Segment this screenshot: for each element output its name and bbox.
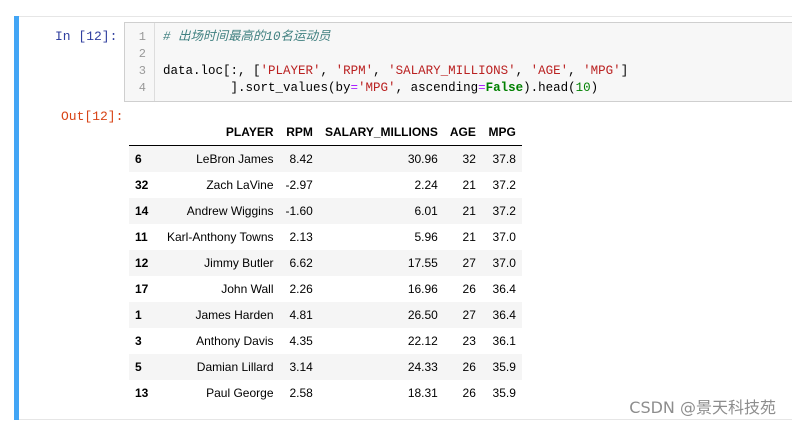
table-body: 6 LeBron James 8.42 30.96 32 37.8 32 Zach LaVi…	[129, 145, 522, 407]
cell-salary: 26.50	[407, 308, 438, 322]
cell-age: 26	[462, 360, 476, 374]
cell-rpm: -2.97	[285, 178, 313, 192]
cell-mpg: 37.2	[492, 204, 516, 218]
cell-age: 27	[462, 256, 476, 270]
cell-rpm: 2.13	[289, 230, 313, 244]
code-line-comment: # 出场时间最高的10名运动员	[163, 30, 331, 44]
cell-mpg: 36.1	[492, 334, 516, 348]
cell-salary: 16.96	[407, 282, 438, 296]
cell-rpm: 2.58	[289, 386, 313, 400]
cell-salary: 30.96	[407, 152, 438, 166]
cell-salary: 17.55	[407, 256, 438, 270]
cell-salary: 22.12	[407, 334, 438, 348]
output-prompt: Out[12]:	[61, 109, 124, 124]
cell-mpg: 36.4	[492, 308, 516, 322]
cell-age: 26	[462, 282, 476, 296]
code-line-sort: ].sort_values(by='MPG', ascending=False)…	[163, 81, 599, 95]
table-row: 17 John Wall 2.26 16.96 26 36.4	[129, 276, 522, 302]
cell-age: 32	[462, 152, 476, 166]
row-index: 17	[135, 282, 149, 296]
column-header-mpg: MPG	[481, 119, 522, 146]
row-index: 13	[135, 386, 149, 400]
cell-rpm: 4.35	[289, 334, 313, 348]
line-number-gutter: 1 2 3 4	[125, 23, 155, 101]
line-number: 2	[138, 47, 146, 61]
input-prompt: In [12]:	[55, 29, 118, 44]
table-row: 3 Anthony Davis 4.35 22.12 23 36.1	[129, 328, 522, 354]
cell-age: 23	[462, 334, 476, 348]
column-header-index	[129, 119, 161, 146]
cell-mpg: 35.9	[492, 360, 516, 374]
row-index: 3	[135, 334, 142, 348]
line-number: 3	[138, 64, 146, 78]
cell-rpm: 6.62	[289, 256, 313, 270]
code-line-loc: data.loc[:, ['PLAYER', 'RPM', 'SALARY_MI…	[163, 64, 629, 78]
cell-player: Damian Lillard	[196, 360, 274, 374]
table-row: 6 LeBron James 8.42 30.96 32 37.8	[129, 145, 522, 172]
cell-rpm: 2.26	[289, 282, 313, 296]
table-header-row: PLAYER RPM SALARY_MILLIONS AGE MPG	[129, 119, 522, 146]
cell-selection-bar	[14, 16, 19, 420]
cell-rpm: 8.42	[289, 152, 313, 166]
cell-player: Zach LaVine	[206, 178, 274, 192]
column-header-age: AGE	[443, 119, 482, 146]
cell-age: 26	[462, 386, 476, 400]
cell-age: 27	[462, 308, 476, 322]
table-row: 1 James Harden 4.81 26.50 27 36.4	[129, 302, 522, 328]
cell-salary: 18.31	[407, 386, 438, 400]
cell-player: John Wall	[221, 282, 274, 296]
cell-mpg: 36.4	[492, 282, 516, 296]
cell-player: Jimmy Butler	[204, 256, 274, 270]
table-row: 11 Karl-Anthony Towns 2.13 5.96 21 37.0	[129, 224, 522, 250]
notebook-top-area	[0, 0, 792, 16]
table-row: 14 Andrew Wiggins -1.60 6.01 21 37.2	[129, 198, 522, 224]
row-index: 6	[135, 152, 142, 166]
table-row: 12 Jimmy Butler 6.62 17.55 27 37.0	[129, 250, 522, 276]
cell-player: Andrew Wiggins	[186, 204, 274, 218]
line-number: 4	[138, 81, 146, 95]
cell-salary: 5.96	[414, 230, 438, 244]
table-row: 32 Zach LaVine -2.97 2.24 21 37.2	[129, 172, 522, 198]
code-editor[interactable]: 1 2 3 4 # 出场时间最高的10名运动员 data.loc[:, ['PL…	[124, 22, 792, 102]
cell-rpm: -1.60	[285, 204, 313, 218]
row-index: 5	[135, 360, 142, 374]
cell-player: Anthony Davis	[196, 334, 274, 348]
line-number: 1	[138, 30, 146, 44]
dataframe-output: PLAYER RPM SALARY_MILLIONS AGE MPG 6 LeBr…	[129, 119, 522, 406]
cell-mpg: 37.8	[492, 152, 516, 166]
cell-player: Karl-Anthony Towns	[167, 230, 274, 244]
column-header-salary: SALARY_MILLIONS	[318, 119, 444, 146]
row-index: 14	[135, 204, 149, 218]
row-index: 11	[135, 230, 148, 244]
table-row: 13 Paul George 2.58 18.31 26 35.9	[129, 380, 522, 406]
cell-age: 21	[462, 178, 476, 192]
column-header-rpm: RPM	[279, 119, 319, 146]
cell-mpg: 37.2	[492, 178, 516, 192]
cell-salary: 2.24	[414, 178, 438, 192]
cell-rpm: 4.81	[289, 308, 313, 322]
cell-mpg: 37.0	[492, 230, 516, 244]
cell-salary: 6.01	[414, 204, 438, 218]
table-row: 5 Damian Lillard 3.14 24.33 26 35.9	[129, 354, 522, 380]
cell-salary: 24.33	[407, 360, 438, 374]
csdn-watermark: CSDN @景天科技苑	[629, 398, 776, 417]
cell-mpg: 37.0	[492, 256, 516, 270]
cell-mpg: 35.9	[492, 386, 516, 400]
cell-age: 21	[462, 230, 476, 244]
row-index: 12	[135, 256, 149, 270]
cell-player: James Harden	[195, 308, 274, 322]
cell-age: 21	[462, 204, 476, 218]
cell-rpm: 3.14	[289, 360, 313, 374]
row-index: 32	[135, 178, 149, 192]
cell-player: Paul George	[206, 386, 274, 400]
row-index: 1	[135, 308, 142, 322]
cell-player: LeBron James	[196, 152, 274, 166]
column-header-player: PLAYER	[161, 119, 280, 146]
